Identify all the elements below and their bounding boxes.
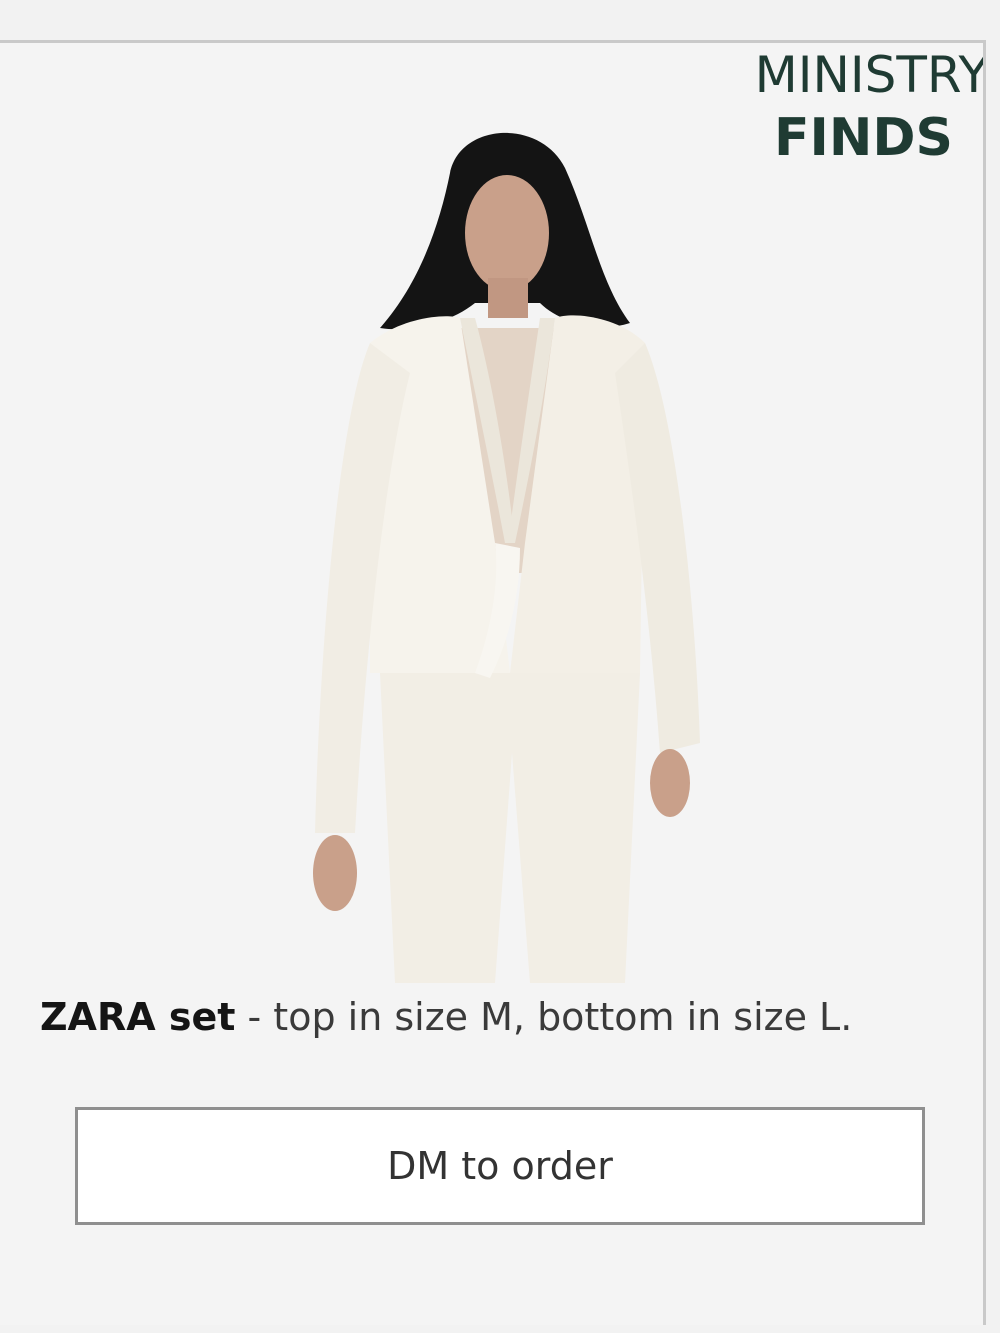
product-caption: ZARA set - top in size M, bottom in size… xyxy=(40,995,980,1039)
product-name: ZARA set xyxy=(40,995,236,1039)
brand-line-finds: FINDS xyxy=(773,108,953,168)
brand-line-ministry: MINISTRY xyxy=(754,46,986,104)
product-size-details: - top in size M, bottom in size L. xyxy=(235,995,853,1039)
product-card: MINISTRY FINDS ZARA set - top in size M,… xyxy=(0,40,986,1325)
brand-logo: MINISTRY FINDS xyxy=(683,45,983,171)
dm-to-order-button[interactable]: DM to order xyxy=(75,1107,925,1225)
product-photo xyxy=(313,132,700,983)
